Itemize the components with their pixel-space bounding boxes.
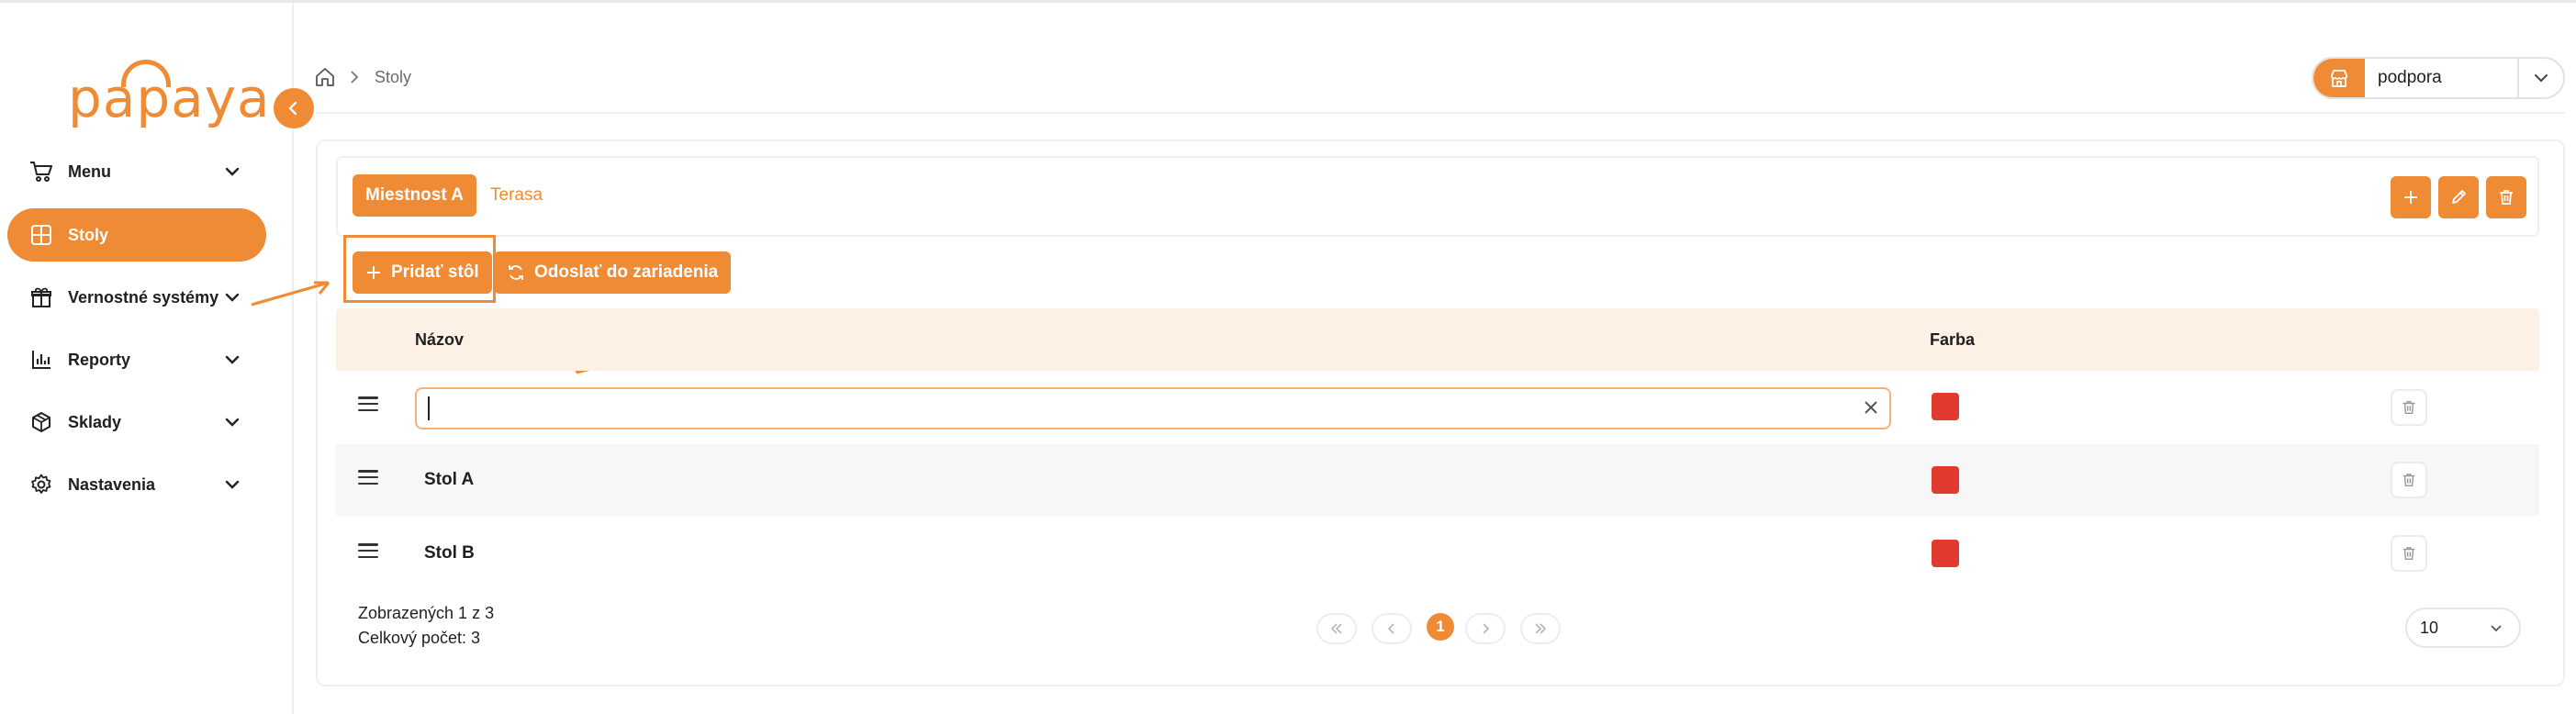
tab-miestnost-a[interactable]: Miestnost A xyxy=(353,174,476,217)
text-caret xyxy=(428,396,430,420)
add-table-button[interactable]: Pridať stôl xyxy=(353,251,492,294)
double-chevron-left-icon xyxy=(1330,623,1342,634)
color-swatch[interactable] xyxy=(1932,540,1959,567)
per-page-value: 10 xyxy=(2420,618,2439,637)
chevron-down-icon xyxy=(225,293,240,302)
trash-icon xyxy=(2402,400,2415,415)
prev-page-button[interactable] xyxy=(1372,613,1412,644)
delete-room-button[interactable] xyxy=(2486,176,2526,218)
color-swatch[interactable] xyxy=(1932,466,1959,494)
sidebar-item-label: Reporty xyxy=(68,350,131,369)
table-name-input[interactable] xyxy=(415,387,1891,430)
color-swatch[interactable] xyxy=(1932,393,1959,420)
send-to-device-label: Odoslať do zariadenia xyxy=(534,262,719,282)
sidebar-item-reporty[interactable]: Reporty xyxy=(7,333,266,386)
chevron-down-icon xyxy=(225,480,240,489)
column-header-name: Názov xyxy=(415,330,465,349)
sidebar-item-label: Sklady xyxy=(68,412,122,431)
table-row xyxy=(336,444,2539,516)
grid-icon xyxy=(28,221,55,249)
next-page-button[interactable] xyxy=(1465,613,1506,644)
sidebar-item-label: Menu xyxy=(68,162,111,181)
sidebar-collapse-button[interactable] xyxy=(274,88,314,128)
gift-icon xyxy=(28,284,55,311)
chevron-down-icon xyxy=(2491,625,2502,632)
delete-row-button[interactable] xyxy=(2391,389,2427,426)
chevron-left-icon xyxy=(1387,623,1394,634)
total-count-text: Celkový počet: 3 xyxy=(358,629,481,647)
chevron-right-icon xyxy=(351,71,359,84)
trash-icon xyxy=(2402,546,2415,561)
plus-icon xyxy=(367,266,380,279)
sidebar-item-vernostne-systemy[interactable]: Vernostné systémy xyxy=(7,271,266,324)
room-tabs-bar xyxy=(336,156,2539,237)
sidebar-item-label: Vernostné systémy xyxy=(68,287,219,307)
chevron-down-icon xyxy=(2519,69,2563,87)
drag-handle-icon[interactable] xyxy=(358,470,378,485)
tab-terasa[interactable]: Terasa xyxy=(477,174,556,217)
chevron-right-icon xyxy=(1483,623,1490,634)
home-icon[interactable] xyxy=(314,66,336,88)
store-select[interactable]: podpora xyxy=(2312,57,2565,99)
chevron-left-icon xyxy=(288,101,297,116)
double-chevron-right-icon xyxy=(1535,623,1547,634)
add-room-button[interactable] xyxy=(2391,176,2431,218)
refresh-icon xyxy=(509,265,523,280)
table-name-cell[interactable]: Stol A xyxy=(424,470,474,490)
breadcrumb: Stoly xyxy=(314,64,411,90)
sidebar-item-menu[interactable]: Menu xyxy=(7,145,266,198)
trash-icon xyxy=(2500,190,2513,205)
last-page-button[interactable] xyxy=(1520,613,1561,644)
sidebar-item-stoly[interactable]: Stoly xyxy=(7,208,266,262)
cart-icon xyxy=(28,158,55,185)
per-page-select[interactable]: 10 xyxy=(2405,608,2521,648)
shown-count-text: Zobrazených 1 z 3 xyxy=(358,604,495,622)
table-row xyxy=(336,518,2539,589)
logo-text: papaya xyxy=(68,67,271,129)
drag-handle-icon[interactable] xyxy=(358,396,378,411)
column-header-color: Farba xyxy=(1930,330,1976,349)
header-divider xyxy=(316,112,2565,114)
gear-icon xyxy=(28,471,55,498)
table-name-cell[interactable]: Stol B xyxy=(424,543,475,563)
edit-room-button[interactable] xyxy=(2438,176,2479,218)
bar-chart-icon xyxy=(28,346,55,374)
pencil-icon xyxy=(2452,190,2466,204)
first-page-button[interactable] xyxy=(1316,613,1357,644)
add-table-label: Pridať stôl xyxy=(391,262,479,282)
sidebar-item-label: Stoly xyxy=(68,225,109,244)
clear-input-icon[interactable] xyxy=(1860,396,1882,418)
chevron-down-icon xyxy=(225,355,240,364)
drag-handle-icon[interactable] xyxy=(358,543,378,558)
top-border xyxy=(0,0,2576,3)
send-to-device-button[interactable]: Odoslať do zariadenia xyxy=(494,251,732,294)
trash-icon xyxy=(2402,473,2415,487)
store-icon xyxy=(2313,59,2365,97)
sidebar-item-sklady[interactable]: Sklady xyxy=(7,396,266,449)
plus-icon xyxy=(2404,191,2417,204)
store-select-value: podpora xyxy=(2365,59,2519,97)
delete-row-button[interactable] xyxy=(2391,462,2427,498)
sidebar-item-nastavenia[interactable]: Nastavenia xyxy=(7,458,266,511)
current-page-button[interactable]: 1 xyxy=(1427,613,1454,641)
chevron-down-icon xyxy=(225,167,240,176)
chevron-down-icon xyxy=(225,418,240,427)
table-header xyxy=(336,308,2539,371)
delete-row-button[interactable] xyxy=(2391,535,2427,572)
annotation-arrow-left xyxy=(251,281,330,307)
breadcrumb-current: Stoly xyxy=(375,67,412,86)
papaya-logo[interactable]: papaya xyxy=(68,58,270,131)
sidebar-item-label: Nastavenia xyxy=(68,474,156,494)
box-icon xyxy=(28,408,55,436)
